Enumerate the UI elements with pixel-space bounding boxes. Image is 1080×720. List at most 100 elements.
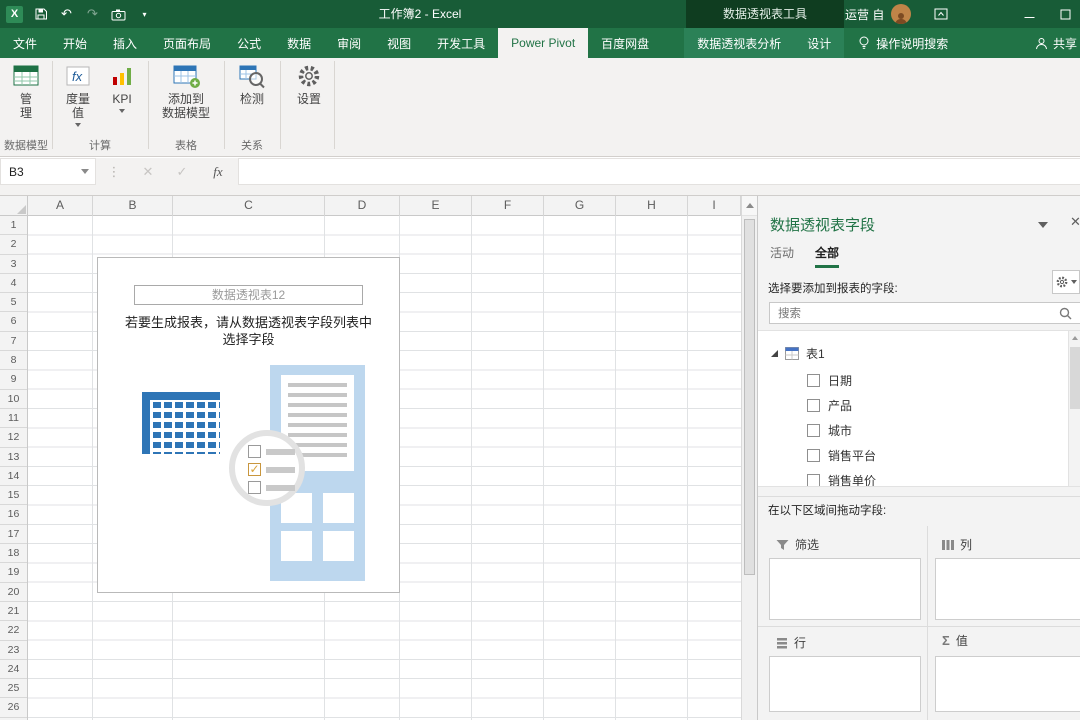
- vertical-scrollbar[interactable]: [741, 196, 757, 720]
- scrollbar-thumb[interactable]: [744, 219, 755, 575]
- list-scroll-up-button[interactable]: [1069, 331, 1080, 345]
- pane-close-button[interactable]: ✕: [1070, 214, 1080, 230]
- row-header-18[interactable]: 18: [0, 544, 27, 563]
- row-header-21[interactable]: 21: [0, 602, 27, 621]
- tab-百度网盘[interactable]: 百度网盘: [588, 28, 662, 58]
- account-info[interactable]: 运营 自: [845, 0, 911, 28]
- row-header-23[interactable]: 23: [0, 641, 27, 660]
- insert-function-button[interactable]: fx: [206, 158, 230, 185]
- tab-Power Pivot[interactable]: Power Pivot: [498, 28, 588, 58]
- row-header-25[interactable]: 25: [0, 679, 27, 698]
- search-input[interactable]: [776, 304, 1028, 324]
- share-button[interactable]: 共享: [1035, 28, 1080, 58]
- column-header-H[interactable]: H: [616, 196, 688, 216]
- kpi-button[interactable]: KPI: [101, 61, 143, 113]
- tab-审阅[interactable]: 审阅: [324, 28, 374, 58]
- ribbon-display-options-button[interactable]: [928, 0, 954, 28]
- field-checkbox[interactable]: [807, 424, 820, 437]
- column-header-F[interactable]: F: [472, 196, 544, 216]
- column-header-D[interactable]: D: [325, 196, 400, 216]
- tab-开始[interactable]: 开始: [50, 28, 100, 58]
- column-header-G[interactable]: G: [544, 196, 616, 216]
- column-header-B[interactable]: B: [93, 196, 173, 216]
- field-checkbox[interactable]: [807, 474, 820, 487]
- table1-row[interactable]: 表1: [758, 331, 1080, 368]
- row-header-3[interactable]: 3: [0, 255, 27, 274]
- values-drop-zone[interactable]: [935, 656, 1080, 712]
- camera-button[interactable]: [110, 6, 127, 23]
- cancel-button[interactable]: ✕: [138, 158, 158, 185]
- row-header-11[interactable]: 11: [0, 409, 27, 428]
- field-checkbox[interactable]: [807, 399, 820, 412]
- undo-button[interactable]: ↶: [58, 6, 75, 23]
- filters-drop-zone[interactable]: [769, 558, 921, 620]
- columns-drop-zone[interactable]: [935, 558, 1080, 620]
- maximize-button[interactable]: [1052, 0, 1078, 28]
- field-item-产品[interactable]: 产品: [758, 393, 1080, 418]
- row-header-20[interactable]: 20: [0, 583, 27, 602]
- enter-button[interactable]: ✓: [172, 158, 192, 185]
- tab-开发工具[interactable]: 开发工具: [424, 28, 498, 58]
- formula-input[interactable]: [238, 158, 1080, 185]
- column-header-E[interactable]: E: [400, 196, 472, 216]
- redo-button[interactable]: ↷: [84, 6, 101, 23]
- tab-文件[interactable]: 文件: [0, 28, 50, 58]
- field-item-销售单价[interactable]: 销售单价: [758, 468, 1080, 487]
- row-header-17[interactable]: 17: [0, 525, 27, 544]
- row-header-16[interactable]: 16: [0, 505, 27, 524]
- column-header-C[interactable]: C: [173, 196, 325, 216]
- scroll-up-button[interactable]: [742, 196, 757, 216]
- select-all-corner[interactable]: [0, 196, 28, 216]
- pane-options-button[interactable]: [1038, 222, 1048, 228]
- tab-数据透视表分析[interactable]: 数据透视表分析: [684, 28, 794, 58]
- minimize-button[interactable]: [1016, 0, 1042, 28]
- tab-页面布局[interactable]: 页面布局: [150, 28, 224, 58]
- qat-customize-button[interactable]: ▾: [136, 6, 153, 23]
- avatar[interactable]: [891, 4, 911, 24]
- row-header-2[interactable]: 2: [0, 235, 27, 254]
- rows-drop-zone[interactable]: [769, 656, 921, 712]
- tab-插入[interactable]: 插入: [100, 28, 150, 58]
- measures-button[interactable]: fx 度量值: [57, 61, 99, 127]
- detect-button[interactable]: 检测: [230, 61, 274, 106]
- field-list-scrollbar[interactable]: [1068, 331, 1080, 486]
- pane-tab-active[interactable]: 活动: [770, 244, 794, 261]
- tab-视图[interactable]: 视图: [374, 28, 424, 58]
- tab-数据[interactable]: 数据: [274, 28, 324, 58]
- expand-collapse-icon[interactable]: [771, 350, 778, 357]
- row-header-10[interactable]: 10: [0, 390, 27, 409]
- name-box[interactable]: B3: [0, 158, 96, 185]
- row-header-12[interactable]: 12: [0, 428, 27, 447]
- row-header-9[interactable]: 9: [0, 370, 27, 389]
- row-header-13[interactable]: 13: [0, 448, 27, 467]
- column-header-I[interactable]: I: [688, 196, 741, 216]
- row-header-7[interactable]: 7: [0, 332, 27, 351]
- field-item-城市[interactable]: 城市: [758, 418, 1080, 443]
- row-header-6[interactable]: 6: [0, 312, 27, 331]
- row-header-4[interactable]: 4: [0, 274, 27, 293]
- row-header-15[interactable]: 15: [0, 486, 27, 505]
- tell-me-button[interactable]: 操作说明搜索: [846, 28, 960, 58]
- tab-设计[interactable]: 设计: [794, 28, 844, 58]
- list-scrollbar-thumb[interactable]: [1070, 347, 1080, 409]
- tab-公式[interactable]: 公式: [224, 28, 274, 58]
- row-header-22[interactable]: 22: [0, 621, 27, 640]
- row-header-26[interactable]: 26: [0, 698, 27, 717]
- field-item-销售平台[interactable]: 销售平台: [758, 443, 1080, 468]
- add-to-data-model-button[interactable]: 添加到 数据模型: [153, 61, 219, 120]
- manage-data-model-button[interactable]: 管理: [4, 61, 48, 120]
- row-header-24[interactable]: 24: [0, 660, 27, 679]
- field-item-日期[interactable]: 日期: [758, 368, 1080, 393]
- save-button[interactable]: [32, 6, 49, 23]
- tools-button[interactable]: [1052, 270, 1080, 294]
- search-box[interactable]: [769, 302, 1080, 324]
- field-checkbox[interactable]: [807, 449, 820, 462]
- pane-tab-all[interactable]: 全部: [815, 244, 839, 268]
- column-header-A[interactable]: A: [28, 196, 93, 216]
- settings-button[interactable]: 设置: [287, 61, 331, 106]
- name-box-dropdown-icon[interactable]: [81, 169, 89, 174]
- row-header-14[interactable]: 14: [0, 467, 27, 486]
- row-header-5[interactable]: 5: [0, 293, 27, 312]
- row-header-1[interactable]: 1: [0, 216, 27, 235]
- field-checkbox[interactable]: [807, 374, 820, 387]
